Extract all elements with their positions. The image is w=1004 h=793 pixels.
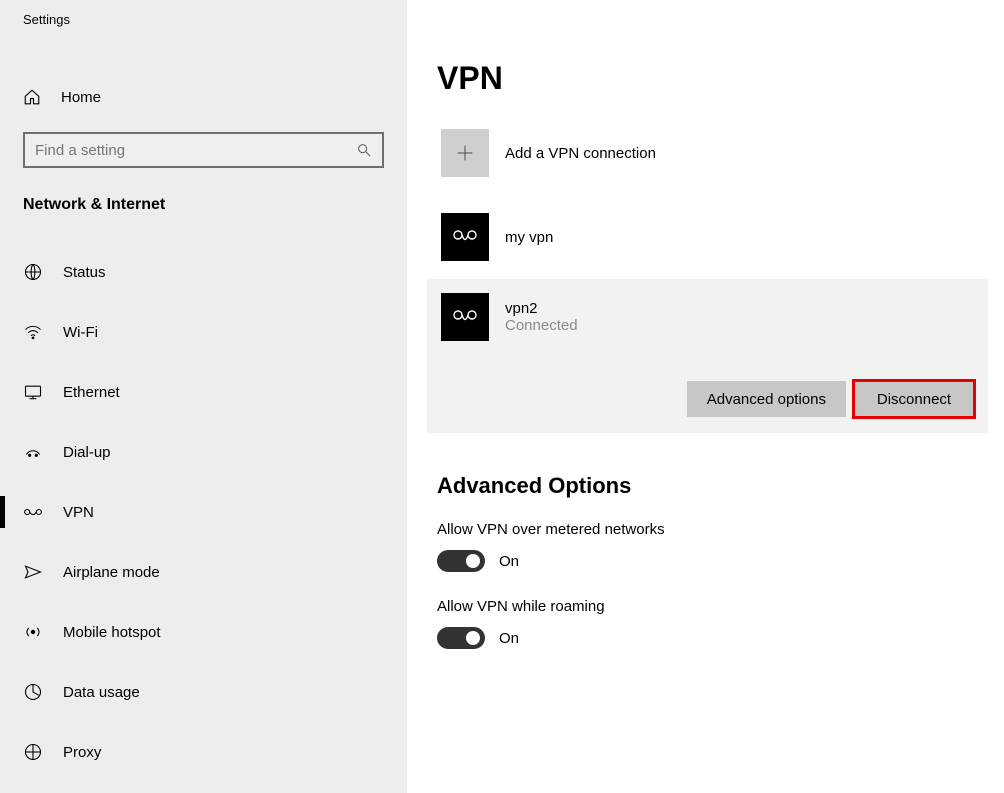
sidebar-item-proxy[interactable]: Proxy: [0, 722, 407, 782]
disconnect-button[interactable]: Disconnect: [854, 381, 974, 417]
sidebar-item-status[interactable]: Status: [0, 242, 407, 302]
ethernet-icon: [23, 382, 43, 402]
main-content: VPN Add a VPN connection my vpn vpn2 Con…: [407, 0, 1004, 793]
vpn-status: Connected: [505, 317, 578, 334]
globe-icon: [23, 262, 43, 282]
wifi-icon: [23, 322, 43, 342]
vpn-connection-row[interactable]: my vpn: [437, 203, 1004, 271]
vpn-connection-card[interactable]: vpn2 Connected Advanced options Disconne…: [427, 279, 988, 433]
toggle-metered-switch[interactable]: [437, 550, 485, 572]
add-vpn-row[interactable]: Add a VPN connection: [437, 129, 1004, 177]
search-box[interactable]: [23, 132, 384, 168]
search-icon: [356, 142, 372, 158]
sidebar-item-label: Proxy: [63, 744, 101, 761]
sidebar-item-label: Wi-Fi: [63, 324, 98, 341]
sidebar-home[interactable]: Home: [0, 74, 407, 120]
toggle-state-text: On: [499, 630, 519, 647]
toggle-roaming-switch[interactable]: [437, 627, 485, 649]
sidebar-item-vpn[interactable]: VPN: [0, 482, 407, 542]
toggle-metered: Allow VPN over metered networks On: [437, 521, 1004, 572]
advanced-options-heading: Advanced Options: [437, 473, 1004, 499]
toggle-state-text: On: [499, 553, 519, 570]
toggle-label: Allow VPN while roaming: [437, 598, 1004, 615]
sidebar-item-hotspot[interactable]: Mobile hotspot: [0, 602, 407, 662]
sidebar-item-label: Status: [63, 264, 106, 281]
toggle-label: Allow VPN over metered networks: [437, 521, 1004, 538]
sidebar-item-wifi[interactable]: Wi-Fi: [0, 302, 407, 362]
sidebar-home-label: Home: [61, 89, 101, 106]
dialup-icon: [23, 442, 43, 462]
search-box-wrap: [23, 132, 384, 168]
sidebar-item-dialup[interactable]: Dial-up: [0, 422, 407, 482]
sidebar-item-label: Airplane mode: [63, 564, 160, 581]
add-vpn-label: Add a VPN connection: [505, 145, 656, 162]
search-input[interactable]: [35, 142, 338, 159]
hotspot-icon: [23, 622, 43, 642]
sidebar: Settings Home Network & Internet Status …: [0, 0, 407, 793]
data-usage-icon: [23, 682, 43, 702]
nav-list: Status Wi-Fi Ethernet Dial-up VPN: [0, 242, 407, 782]
vpn-button-row: Advanced options Disconnect: [441, 381, 974, 417]
sidebar-item-datausage[interactable]: Data usage: [0, 662, 407, 722]
vpn-tile-icon: [441, 213, 489, 261]
sidebar-section-label: Network & Internet: [0, 168, 407, 228]
advanced-options-button[interactable]: Advanced options: [687, 381, 846, 417]
sidebar-item-label: Dial-up: [63, 444, 111, 461]
vpn-name: my vpn: [505, 229, 553, 246]
toggle-roaming: Allow VPN while roaming On: [437, 598, 1004, 649]
vpn-icon: [23, 502, 43, 522]
sidebar-item-label: Ethernet: [63, 384, 120, 401]
window-title: Settings: [0, 8, 407, 34]
page-title: VPN: [437, 60, 1004, 97]
vpn-name: vpn2: [505, 300, 578, 317]
sidebar-item-label: Mobile hotspot: [63, 624, 161, 641]
plus-icon: [441, 129, 489, 177]
sidebar-item-label: VPN: [63, 504, 94, 521]
airplane-icon: [23, 562, 43, 582]
proxy-icon: [23, 742, 43, 762]
vpn-tile-icon: [441, 293, 489, 341]
sidebar-item-airplane[interactable]: Airplane mode: [0, 542, 407, 602]
sidebar-item-ethernet[interactable]: Ethernet: [0, 362, 407, 422]
sidebar-item-label: Data usage: [63, 684, 140, 701]
home-icon: [23, 88, 41, 106]
